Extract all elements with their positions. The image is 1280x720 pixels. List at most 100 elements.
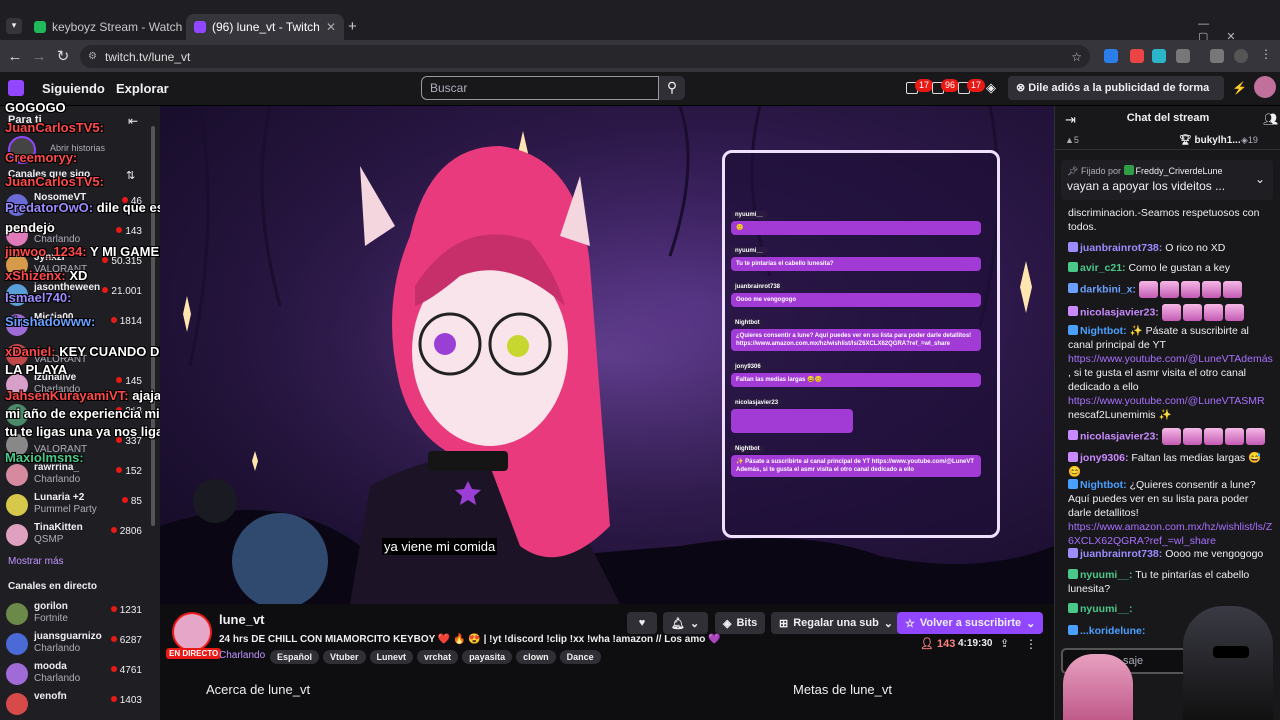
stream-chat-user: nicolasjavier23 <box>731 399 783 407</box>
reload-button[interactable]: ↻ <box>51 47 75 65</box>
show-more-link[interactable]: Mostrar más <box>8 556 64 567</box>
tab-favicon-icon <box>34 21 46 33</box>
tab-search-icon[interactable]: ▾ <box>6 18 22 34</box>
community-icon[interactable]: 👥︎ <box>1263 112 1278 126</box>
chat-username[interactable]: juanbrainrot738: <box>1080 548 1162 560</box>
sidebar-channel[interactable]: juansguarnizo Charlando 6287 <box>6 631 156 659</box>
emote-icon[interactable] <box>1182 304 1202 321</box>
heart-icon: ♥ <box>638 617 646 629</box>
stream-tag[interactable]: Lunevt <box>369 650 414 664</box>
bell-icon: 🔔︎ <box>671 617 685 630</box>
chat-username[interactable]: nyuumi__: <box>1080 569 1133 581</box>
stream-tag[interactable]: vrchat <box>417 650 459 664</box>
follow-button[interactable]: ♥ <box>627 612 657 634</box>
chat-link[interactable]: https://www.amazon.com.mx/hz/wishlist/ls… <box>1068 520 1274 548</box>
extension-icon[interactable] <box>1152 49 1166 63</box>
chat-username[interactable]: nyuumi__: <box>1080 603 1133 615</box>
category-link[interactable]: Charlando <box>219 650 265 661</box>
person-icon: 👤︎ <box>920 638 934 650</box>
tab-keyboyz[interactable]: keyboyz Stream - Watch Li ✕ <box>26 14 184 40</box>
leaderboard-top-user[interactable]: 🏆︎ bukylh1... <box>1179 135 1241 146</box>
whispers-icon[interactable]: 17 <box>958 79 986 94</box>
emote-icon[interactable] <box>1182 428 1202 445</box>
share-icon[interactable]: ⇪ <box>1000 637 1009 650</box>
prime-icon[interactable]: 17 <box>906 79 934 94</box>
channel-viewers: 1403 <box>111 695 142 706</box>
stream-tag[interactable]: clown <box>516 650 556 664</box>
chat-username[interactable]: darkbini_x: <box>1080 283 1136 295</box>
more-options-icon[interactable]: ⋮ <box>1025 637 1037 651</box>
chat-username[interactable]: nicolasjavier23: <box>1080 306 1159 318</box>
extension-icon[interactable] <box>1130 49 1144 63</box>
browser-tab-bar: ▾ keyboyz Stream - Watch Li ✕ (96) lune_… <box>0 0 1280 44</box>
bits-button[interactable]: ◈ Bits <box>715 612 766 634</box>
profile-icon[interactable] <box>1234 49 1248 63</box>
bits-crystal-icon[interactable]: ◈ <box>986 80 996 96</box>
sidebar-channel[interactable]: mooda Charlando 4761 <box>6 661 156 689</box>
chat-username[interactable]: juanbrainrot738: <box>1080 242 1162 254</box>
user-avatar[interactable] <box>1254 76 1276 98</box>
media-icon[interactable] <box>1210 49 1224 63</box>
sidebar-channel[interactable]: gorilon Fortnite 1231 <box>6 601 156 629</box>
emote-icon[interactable] <box>1201 281 1221 298</box>
emote-icon[interactable] <box>1222 281 1242 298</box>
emote-icon[interactable] <box>1138 281 1158 298</box>
gift-sub-button[interactable]: ⊞ Regalar una sub ⌄ <box>771 612 902 634</box>
stream-tag[interactable]: Dance <box>559 650 601 664</box>
chat-message: darkbini_x: <box>1068 281 1274 298</box>
chat-username[interactable]: jony9306: <box>1080 452 1128 464</box>
sidebar-channel[interactable]: venofn 1403 <box>6 691 156 719</box>
chat-username[interactable]: ...koridelune: <box>1080 625 1145 637</box>
chat-link[interactable]: https://www.youtube.com/@LuneVTASMR <box>1068 394 1274 408</box>
puzzle-icon[interactable] <box>1176 49 1190 63</box>
emote-icon[interactable] <box>1224 304 1244 321</box>
chat-username[interactable]: Nightbot: <box>1080 479 1127 491</box>
stream-chat-user: Nightbot <box>731 319 764 327</box>
turbo-icon[interactable]: ⚡ <box>1232 81 1247 95</box>
pinned-text: vayan a apoyar los videitos ... <box>1067 179 1226 193</box>
badge-icon <box>1068 306 1078 317</box>
chevron-down-icon[interactable]: ⌄ <box>1255 172 1265 186</box>
search-input[interactable]: Buscar <box>421 76 659 100</box>
sidebar-channel[interactable]: TinaKitten QSMP 2806 <box>6 522 156 550</box>
notifications-button[interactable]: 🔔︎ ⌄ <box>663 612 708 634</box>
chat-username[interactable]: Nightbot: <box>1080 325 1127 337</box>
channel-name[interactable]: lune_vt <box>219 612 265 627</box>
resubscribe-button[interactable]: ☆ Volver a suscribirte ⌄ <box>897 612 1044 634</box>
emote-icon[interactable] <box>1203 304 1223 321</box>
emote-icon[interactable] <box>1159 281 1179 298</box>
leaderboard-left-count: ▲5 <box>1065 135 1079 145</box>
menu-kebab-icon[interactable]: ⋮ <box>1260 47 1272 61</box>
bookmark-star-icon[interactable]: ☆ <box>1071 50 1082 64</box>
emote-icon[interactable] <box>1245 428 1265 445</box>
emote-icon[interactable] <box>1224 428 1244 445</box>
notifications-icon[interactable]: 96 <box>932 79 960 94</box>
channel-avatar[interactable] <box>172 612 212 652</box>
emote-icon[interactable] <box>1180 281 1200 298</box>
chat-link[interactable]: https://www.youtube.com/@LuneVTAdemás <box>1068 352 1274 366</box>
close-tab-icon[interactable]: ✕ <box>326 20 336 34</box>
ad-free-button[interactable]: ⊗ Dile adiós a la publicidad de forma gr… <box>1008 76 1224 118</box>
forward-button[interactable]: → <box>27 48 51 65</box>
extension-icon[interactable] <box>1104 49 1118 63</box>
video-player[interactable]: nyuumi__ 🙂 nyuumi__ Tu te pintarías el cabe… <box>160 106 1054 604</box>
tab-lune-vt[interactable]: (96) lune_vt - Twitch ✕ <box>186 14 344 40</box>
chat-message: discriminacion.-Seamos respetuosos con t… <box>1068 206 1274 234</box>
emote-icon[interactable] <box>1161 304 1181 321</box>
badge-icon <box>1068 548 1078 558</box>
url-field[interactable]: ⚙ twitch.tv/lune_vt ☆ <box>80 45 1090 68</box>
emote-icon[interactable] <box>1161 428 1181 445</box>
chat-username[interactable]: nicolasjavier23: <box>1080 430 1159 442</box>
avatar-eye-left <box>434 333 456 355</box>
site-info-icon[interactable]: ⚙ <box>88 51 97 62</box>
stream-tag[interactable]: payasita <box>462 650 513 664</box>
emote-icon[interactable] <box>1203 428 1223 445</box>
channel-category: Charlando <box>34 673 81 684</box>
back-button[interactable]: ← <box>3 48 27 65</box>
search-button[interactable]: ⚲ <box>659 76 685 100</box>
stream-tag[interactable]: Español <box>270 650 320 664</box>
chat-username[interactable]: avir_c21: <box>1080 262 1126 274</box>
stream-tag[interactable]: Vtuber <box>323 650 366 664</box>
new-tab-button[interactable]: + <box>348 18 357 35</box>
pinned-message[interactable]: 📌︎ Fijado por Freddy_CriverdeLune vayan … <box>1061 160 1273 200</box>
